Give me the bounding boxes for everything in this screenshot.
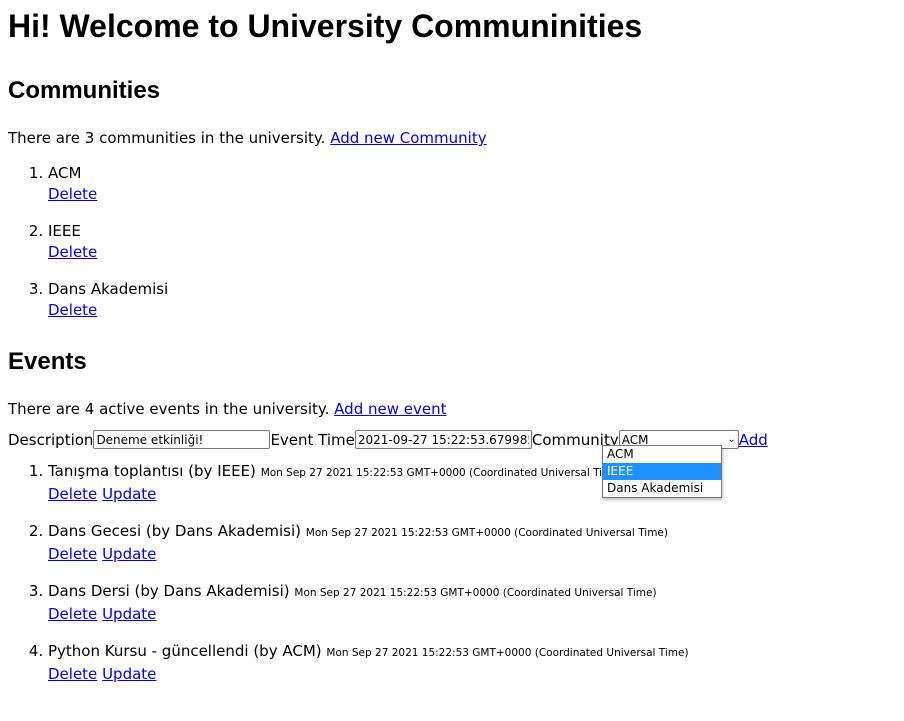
add-community-link[interactable]: Add new Community <box>330 129 486 147</box>
community-item: IEEE Delete <box>48 221 896 263</box>
page-title: Hi! Welcome to University Communinities <box>8 8 643 44</box>
delete-event-link[interactable]: Delete <box>48 485 97 503</box>
communities-list: ACM Delete IEEE Delete Dans Akademisi De… <box>8 163 896 321</box>
event-title: Dans Dersi (by Dans Akademisi) <box>48 582 290 600</box>
community-item: ACM Delete <box>48 163 896 205</box>
community-option-highlighted[interactable]: IEEE <box>603 463 721 480</box>
communities-count-text: There are 3 communities in the universit… <box>8 129 326 147</box>
update-event-link[interactable]: Update <box>102 545 156 563</box>
page: Hi! Welcome to University Communinities … <box>0 0 904 685</box>
add-event-button[interactable]: Add <box>739 431 768 449</box>
add-event-form: Description Event Time Community ACM ⌄ A… <box>8 429 896 450</box>
chevron-down-icon: ⌄ <box>727 434 736 445</box>
communities-info: There are 3 communities in the universit… <box>8 129 896 147</box>
delete-community-link[interactable]: Delete <box>48 301 97 319</box>
community-name: IEEE <box>48 222 81 240</box>
event-item: Tanışma toplantısı (by IEEE) Mon Sep 27 … <box>48 461 896 505</box>
event-title: Python Kursu - güncellendi (by ACM) <box>48 642 322 660</box>
events-heading: Events <box>8 348 87 375</box>
event-item: Dans Dersi (by Dans Akademisi) Mon Sep 2… <box>48 581 896 625</box>
event-time: Mon Sep 27 2021 15:22:53 GMT+0000 (Coord… <box>326 647 689 659</box>
delete-event-link[interactable]: Delete <box>48 605 97 623</box>
event-item: Dans Gecesi (by Dans Akademisi) Mon Sep … <box>48 521 896 565</box>
event-time: Mon Sep 27 2021 15:22:53 GMT+0000 (Coord… <box>294 587 657 599</box>
add-event-link[interactable]: Add new event <box>334 400 446 418</box>
community-option[interactable]: Dans Akademisi <box>603 480 721 497</box>
community-option[interactable]: ACM <box>603 446 721 463</box>
description-input[interactable] <box>93 430 271 449</box>
community-name: Dans Akademisi <box>48 280 169 298</box>
event-title: Dans Gecesi (by Dans Akademisi) <box>48 522 302 540</box>
community-dropdown: ACM IEEE Dans Akademisi <box>602 445 722 498</box>
delete-event-link[interactable]: Delete <box>48 545 97 563</box>
communities-heading: Communities <box>8 77 161 104</box>
event-title: Tanışma toplantısı (by IEEE) <box>48 462 256 480</box>
update-event-link[interactable]: Update <box>102 605 156 623</box>
events-count-text: There are 4 active events in the univers… <box>8 400 330 418</box>
event-time-label: Event Time <box>270 430 355 449</box>
delete-community-link[interactable]: Delete <box>48 185 97 203</box>
events-info: There are 4 active events in the univers… <box>8 400 896 418</box>
community-name: ACM <box>48 164 82 182</box>
update-event-link[interactable]: Update <box>102 485 156 503</box>
event-item: Python Kursu - güncellendi (by ACM) Mon … <box>48 641 896 685</box>
update-event-link[interactable]: Update <box>102 665 156 683</box>
delete-event-link[interactable]: Delete <box>48 665 97 683</box>
community-item: Dans Akademisi Delete <box>48 279 896 321</box>
event-time-input[interactable] <box>354 430 532 449</box>
event-time: Mon Sep 27 2021 15:22:53 GMT+0000 (Coord… <box>260 467 623 479</box>
description-label: Description <box>8 430 94 449</box>
events-list: Tanışma toplantısı (by IEEE) Mon Sep 27 … <box>8 461 896 685</box>
event-time: Mon Sep 27 2021 15:22:53 GMT+0000 (Coord… <box>305 527 668 539</box>
delete-community-link[interactable]: Delete <box>48 243 97 261</box>
